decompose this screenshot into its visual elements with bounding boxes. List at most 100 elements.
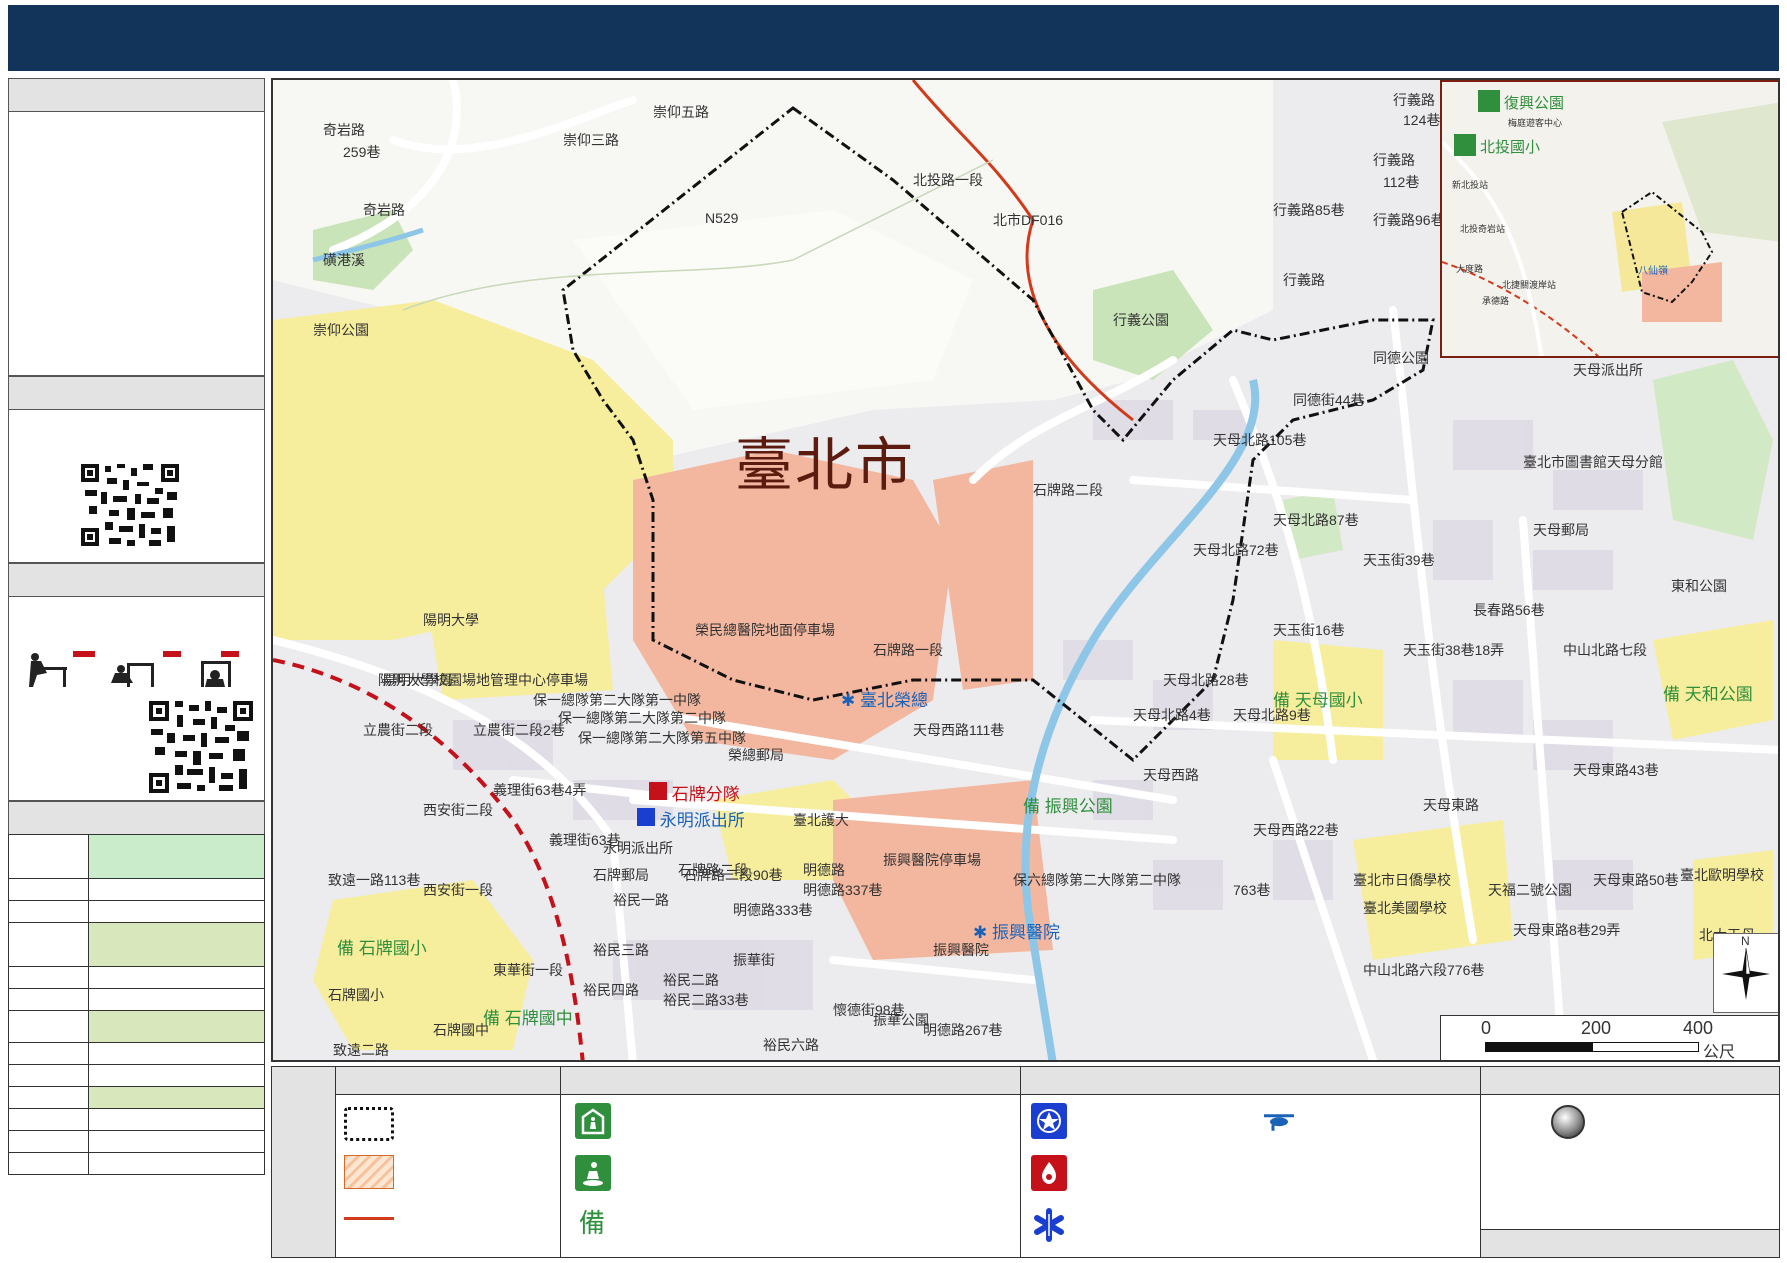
main-map[interactable]: 臺北市 崇仰五路 奇岩路 259巷 崇仰三路 奇岩路 北投路一段 北市DF016… [271,78,1780,1062]
police-unit-label: 保一總隊第二大隊第一中隊 [533,692,701,708]
legend-hatch-symbol [344,1155,394,1189]
road-label: 西安街二段 [423,802,493,818]
police-label-small: 永明派出所 [603,840,673,856]
road-label: 天母東路43巷 [1573,762,1659,778]
road-label: 天母北路28巷 [1163,672,1249,688]
park-label: 振華公園 [873,1012,929,1028]
hospital-label-small: 振興醫院 [933,942,989,958]
qr-code-1[interactable] [79,462,181,548]
inset-label: 北投奇岩站 [1460,224,1506,234]
inset-label: 北捷關渡岸站 [1502,280,1557,290]
road-label: 明德路267巷 [923,1022,1003,1038]
road-label: 北市DF016 [993,212,1064,228]
road-label: 天玉街16巷 [1273,622,1345,638]
fire-station-shipai[interactable]: 石牌分隊 [649,780,740,805]
scale-tick-200: 200 [1581,1018,1612,1038]
hospital-veterans[interactable]: ✱ 臺北榮總 [841,686,928,711]
elevation-label: N529 [705,210,739,226]
scale-tick-400: 400 [1683,1018,1714,1038]
shelter-tianhe-park[interactable]: 備 天和公園 [1663,680,1753,705]
park-label: 東和公園 [1671,578,1727,594]
road-label: 裕民三路 [593,942,649,958]
road-label: 行義路 [1393,92,1435,108]
parking-label: 陽明大學校園場地管理中心停車場 [378,672,588,688]
road-label: 天母東路 [1423,797,1479,813]
school-label: 臺北市日僑學校 [1353,872,1451,888]
police-unit-label: 保一總隊第二大隊第二中隊 [558,710,726,726]
marker-circle-icon [1551,1105,1585,1139]
hospital-icon [1031,1207,1067,1243]
road-label: 致遠二路 [333,1042,389,1058]
road-label: 天母北路4巷 [1133,707,1211,723]
scale-bar-fill [1486,1043,1593,1051]
inset-label: 梅庭遊客中心 [1508,118,1563,128]
left-panel [8,78,265,1258]
legend-panel: 備 [271,1066,1780,1258]
road-label: 天玉街39巷 [1363,552,1435,568]
scale-bar-frame [1485,1042,1699,1052]
legend-boundary-symbol [344,1107,394,1141]
road-label: 259巷 [343,144,381,160]
police-station-yongming[interactable]: 永明派出所 [637,806,745,831]
school-label: 臺北美國學校 [1363,900,1447,916]
inset-label: 新北投站 [1452,180,1489,190]
park-label: 行義公園 [1113,312,1169,328]
road-label: 振華街 [733,952,775,968]
road-label: 崇仰公園 [313,322,369,338]
road-label: 行義路96巷 [1373,212,1445,228]
road-label: 天母西路22巷 [1253,822,1339,838]
shelter-reserve-icon: 備 [579,1209,606,1239]
legend-col-facilities [1021,1067,1481,1257]
road-label: 行義路 [1373,152,1415,168]
road-label: 石牌路二段 [1033,482,1103,498]
parking-label: 振興醫院停車場 [883,852,981,868]
post-office-label: 榮總郵局 [728,747,784,763]
legend-col-head [1021,1067,1480,1095]
road-label: 112巷 [1383,174,1420,190]
road-label: 裕民二路33巷 [663,992,749,1008]
city-title: 臺北市 [735,431,916,499]
overview-header-bar [8,78,265,112]
fire-station-icon [1031,1155,1067,1191]
qr-code-2[interactable] [147,699,255,795]
hospital-cheng-hsin[interactable]: ✱ 振興醫院 [973,918,1060,943]
tips-header-bar [8,563,265,597]
legend-col-misc [1481,1067,1779,1257]
library-label: 臺北市圖書館天母分館 [1523,454,1663,470]
shelter-tianmu-elementary[interactable]: 備 天母國小 [1273,686,1363,711]
road-label: 明德路333巷 [733,902,813,918]
shelter-zhenxing-park[interactable]: 備 振興公園 [1023,792,1113,817]
road-label: 立農街二段2巷 [473,722,565,738]
school-label: 臺北歐明學校 [1680,867,1764,883]
page-header [8,5,1779,71]
legend-footer-bar [1481,1229,1779,1257]
inset-map[interactable]: 復興公園 北投國小 梅庭遊客中心 新北投站 北投奇岩站 大度路 北捷關渡岸站 承… [1440,80,1778,358]
table-header-bar [8,801,265,835]
shelter-shipai-junior-high[interactable]: 備 石牌國中 [483,1004,573,1029]
legend-side-title [272,1067,336,1257]
road-label: 致遠一路113巷 [328,872,421,888]
inset-label: 八仙嶺 [1638,266,1668,277]
road-label: 裕民一路 [613,892,669,908]
road-label: 中山北路六段776巷 [1363,962,1485,978]
police-label: 天母派出所 [1573,362,1643,378]
post-office-label: 天母郵局 [1533,522,1589,538]
drop-cover-hold-icon [29,651,239,687]
road-label: 天母北路72巷 [1193,542,1279,558]
road-label: 中山北路七段 [1563,642,1647,658]
shelter-shipai-elementary[interactable]: 備 石牌國小 [337,934,427,959]
road-label: 奇岩路 [363,202,405,218]
legend-col-head [561,1067,1020,1095]
inset-map-base [1442,82,1778,356]
road-label: 陽明大學 [423,612,479,628]
road-label: 西安街一段 [423,882,493,898]
police-unit-label: 保一總隊第二大隊第五中隊 [578,730,746,746]
road-label: 裕民二路 [663,972,719,988]
parking-label: 榮民總醫院地面停車場 [695,622,835,638]
police-unit-label: 保六總隊第二大隊第二中隊 [1013,872,1181,888]
legend-col-boundary [336,1067,561,1257]
road-label: 明德路 [803,862,845,878]
north-arrow: N [1713,933,1778,1013]
road-label: 天母西路 [1143,767,1199,783]
road-label: 石牌路一段 [873,642,943,658]
